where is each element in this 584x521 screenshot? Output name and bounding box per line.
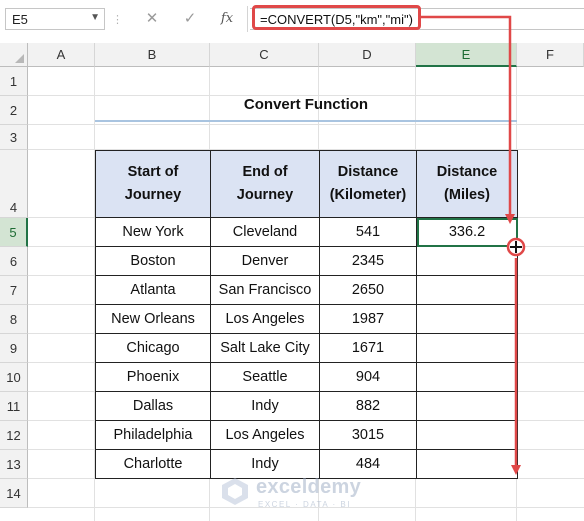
column-header-d[interactable]: D: [319, 43, 416, 67]
header-line: (Miles): [444, 187, 490, 203]
header-distance-miles[interactable]: Distance (Miles): [416, 150, 518, 218]
start-city-cell[interactable]: Phoenix: [95, 362, 211, 392]
header-line: End of: [242, 164, 288, 180]
distance-km-cell[interactable]: 541: [319, 217, 417, 247]
table-row: New York Cleveland 541 336.2: [95, 217, 518, 247]
table-row: Atlanta San Francisco 2650: [95, 275, 518, 305]
distance-miles-cell[interactable]: [416, 304, 518, 334]
row-header-13[interactable]: 13: [0, 450, 28, 479]
distance-km-cell[interactable]: 2650: [319, 275, 417, 305]
table-row: Chicago Salt Lake City 1671: [95, 333, 518, 363]
header-line: Journey: [124, 187, 182, 203]
table-row: New Orleans Los Angeles 1987: [95, 304, 518, 334]
formula-highlight-box: [252, 5, 421, 30]
start-city-cell[interactable]: New Orleans: [95, 304, 211, 334]
distance-miles-cell[interactable]: [416, 391, 518, 421]
start-city-cell[interactable]: New York: [95, 217, 211, 247]
row-header-11[interactable]: 11: [0, 392, 28, 421]
distance-km-cell[interactable]: 1671: [319, 333, 417, 363]
distance-km-cell[interactable]: 904: [319, 362, 417, 392]
header-line: Distance: [436, 164, 498, 180]
formula-bar: E5 ▼ ⋮ ✕ ✓ fx =CONVERT(D5,"km","mi"): [0, 0, 584, 37]
end-city-cell[interactable]: San Francisco: [210, 275, 320, 305]
title-underline: [95, 120, 517, 122]
gridline-horizontal: [28, 124, 584, 125]
row-header-10[interactable]: 10: [0, 363, 28, 392]
end-city-cell[interactable]: Indy: [210, 391, 320, 421]
distance-km-cell[interactable]: 882: [319, 391, 417, 421]
header-start-of-journey[interactable]: Start of Journey: [95, 150, 211, 218]
distance-km-cell[interactable]: 1987: [319, 304, 417, 334]
row-header-14[interactable]: 14: [0, 479, 28, 508]
column-header-b[interactable]: B: [95, 43, 210, 67]
table-row: Dallas Indy 882: [95, 391, 518, 421]
end-city-cell[interactable]: Los Angeles: [210, 420, 320, 450]
header-line: Journey: [236, 187, 294, 203]
name-box[interactable]: E5 ▼: [5, 8, 105, 30]
start-city-cell[interactable]: Dallas: [95, 391, 211, 421]
table-row: Philadelphia Los Angeles 3015: [95, 420, 518, 450]
end-city-cell[interactable]: Denver: [210, 246, 320, 276]
header-line: Start of: [127, 164, 179, 180]
watermark-name: exceldemy: [256, 476, 361, 498]
start-city-cell[interactable]: Charlotte: [95, 449, 211, 479]
header-end-of-journey[interactable]: End of Journey: [210, 150, 320, 218]
start-city-cell[interactable]: Boston: [95, 246, 211, 276]
column-header-a[interactable]: A: [28, 43, 95, 67]
table-header-row: Start of Journey End of Journey Distance (K…: [95, 150, 518, 218]
distance-km-cell[interactable]: 2345: [319, 246, 417, 276]
drag-handle-icon[interactable]: ⋮: [112, 12, 123, 28]
select-all-triangle: [15, 54, 24, 63]
journey-table: Start of Journey End of Journey Distance (K…: [95, 150, 518, 479]
end-city-cell[interactable]: Seattle: [210, 362, 320, 392]
cancel-icon[interactable]: ✕: [140, 8, 164, 30]
sheet-title: Convert Function: [243, 96, 369, 113]
distance-miles-cell[interactable]: [416, 333, 518, 363]
header-line: Distance: [337, 164, 399, 180]
row-header-7[interactable]: 7: [0, 276, 28, 305]
insert-function-icon[interactable]: fx: [215, 8, 239, 30]
column-header-f[interactable]: F: [517, 43, 584, 67]
row-header-9[interactable]: 9: [0, 334, 28, 363]
watermark-tagline: EXCEL · DATA · BI: [258, 500, 351, 509]
row-header-3[interactable]: 3: [0, 125, 28, 150]
start-city-cell[interactable]: Philadelphia: [95, 420, 211, 450]
distance-miles-cell[interactable]: [416, 362, 518, 392]
column-header-e[interactable]: E: [416, 43, 517, 67]
distance-km-cell[interactable]: 3015: [319, 420, 417, 450]
table-row: Boston Denver 2345: [95, 246, 518, 276]
distance-miles-cell[interactable]: [416, 246, 518, 276]
enter-icon[interactable]: ✓: [178, 8, 202, 30]
start-city-cell[interactable]: Atlanta: [95, 275, 211, 305]
row-header-12[interactable]: 12: [0, 421, 28, 450]
header-distance-km[interactable]: Distance (Kilometer): [319, 150, 417, 218]
end-city-cell[interactable]: Salt Lake City: [210, 333, 320, 363]
chevron-down-icon[interactable]: ▼: [90, 12, 100, 23]
exceldemy-logo-icon: [222, 478, 248, 505]
end-city-cell[interactable]: Los Angeles: [210, 304, 320, 334]
table-row: Phoenix Seattle 904: [95, 362, 518, 392]
row-header-6[interactable]: 6: [0, 247, 28, 276]
distance-miles-cell[interactable]: 336.2: [416, 217, 518, 247]
row-header-5[interactable]: 5: [0, 218, 28, 247]
exceldemy-watermark: exceldemy EXCEL · DATA · BI: [220, 472, 370, 516]
formula-bar-divider: [247, 6, 248, 32]
distance-miles-cell[interactable]: [416, 420, 518, 450]
distance-miles-cell[interactable]: [416, 449, 518, 479]
end-city-cell[interactable]: Cleveland: [210, 217, 320, 247]
distance-miles-cell[interactable]: [416, 275, 518, 305]
name-box-value: E5: [12, 12, 28, 27]
header-line: (Kilometer): [329, 187, 407, 203]
column-header-c[interactable]: C: [210, 43, 319, 67]
start-city-cell[interactable]: Chicago: [95, 333, 211, 363]
row-header-8[interactable]: 8: [0, 305, 28, 334]
row-header-1[interactable]: 1: [0, 67, 28, 96]
row-header-4[interactable]: 4: [0, 150, 28, 218]
row-header-2[interactable]: 2: [0, 96, 28, 125]
select-all-corner[interactable]: [0, 43, 28, 67]
